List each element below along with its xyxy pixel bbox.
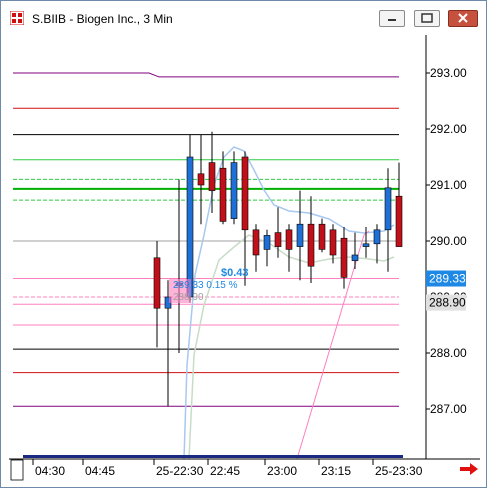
candle-body (208, 162, 216, 191)
candle-body (197, 173, 205, 186)
candle-body (230, 162, 238, 219)
app-icon (10, 11, 24, 25)
candle-body (307, 223, 315, 267)
close-icon (458, 13, 468, 23)
candle-body (395, 195, 403, 247)
minimize-button[interactable] (379, 10, 405, 27)
price-label-text: 288.90 (429, 296, 466, 310)
scroll-handle[interactable] (10, 459, 24, 481)
restore-button[interactable] (414, 10, 440, 27)
x-tick-label: 23:15 (321, 464, 351, 478)
timeline-bar (23, 455, 403, 458)
candle-body (384, 187, 392, 231)
candle-body (373, 229, 381, 245)
title-bar[interactable]: S.BIIB - Biogen Inc., 3 Min (1, 1, 486, 35)
change-amount-label: $0.43 (221, 267, 249, 279)
y-tick-label: 291.00 (430, 178, 467, 192)
candle-body (351, 254, 359, 261)
candle-body (329, 229, 337, 256)
candle-body (340, 237, 348, 278)
chart-area[interactable]: $0.43 289.33 0.15 % 288.90 293.00 292.00 291… (9, 35, 480, 482)
y-tick-label: 290.00 (430, 234, 467, 248)
candle-body (362, 243, 370, 247)
minimize-icon (388, 19, 396, 21)
x-tick-label: 04:45 (85, 464, 115, 478)
price-chart[interactable]: $0.43289.33 0.15 %288.90 293.00292.00291… (9, 35, 480, 482)
price-label-text: 289.33 (429, 272, 466, 286)
y-tick-label: 287.00 (430, 402, 467, 416)
candle-body (241, 156, 249, 231)
change-percent-label: 289.33 0.15 % (173, 280, 238, 291)
candle-body (274, 232, 282, 247)
candle-body (263, 235, 271, 250)
candle-body (186, 156, 194, 298)
faded-value-label: 288.90 (173, 292, 204, 303)
restore-icon (421, 13, 433, 23)
candle-body (153, 257, 161, 309)
candle-body (318, 223, 326, 250)
candle-body (252, 229, 260, 256)
chart-window: S.BIIB - Biogen Inc., 3 Min $0.43 289.33 … (0, 0, 487, 488)
close-button[interactable] (448, 10, 478, 27)
y-tick-label: 292.00 (430, 122, 467, 136)
x-tick-label: 22:45 (210, 464, 240, 478)
x-tick-label: 04:30 (35, 464, 65, 478)
candle-body (296, 223, 304, 247)
y-tick-label: 288.00 (430, 346, 467, 360)
x-tick-label: 23:00 (267, 464, 297, 478)
candle-body (285, 229, 293, 250)
x-tick-label: 25-22:30 (156, 464, 204, 478)
window-title: S.BIIB - Biogen Inc., 3 Min (32, 12, 173, 26)
x-tick-label: 25-23:30 (375, 464, 423, 478)
candle-body (219, 167, 227, 222)
y-tick-label: 293.00 (430, 66, 467, 80)
